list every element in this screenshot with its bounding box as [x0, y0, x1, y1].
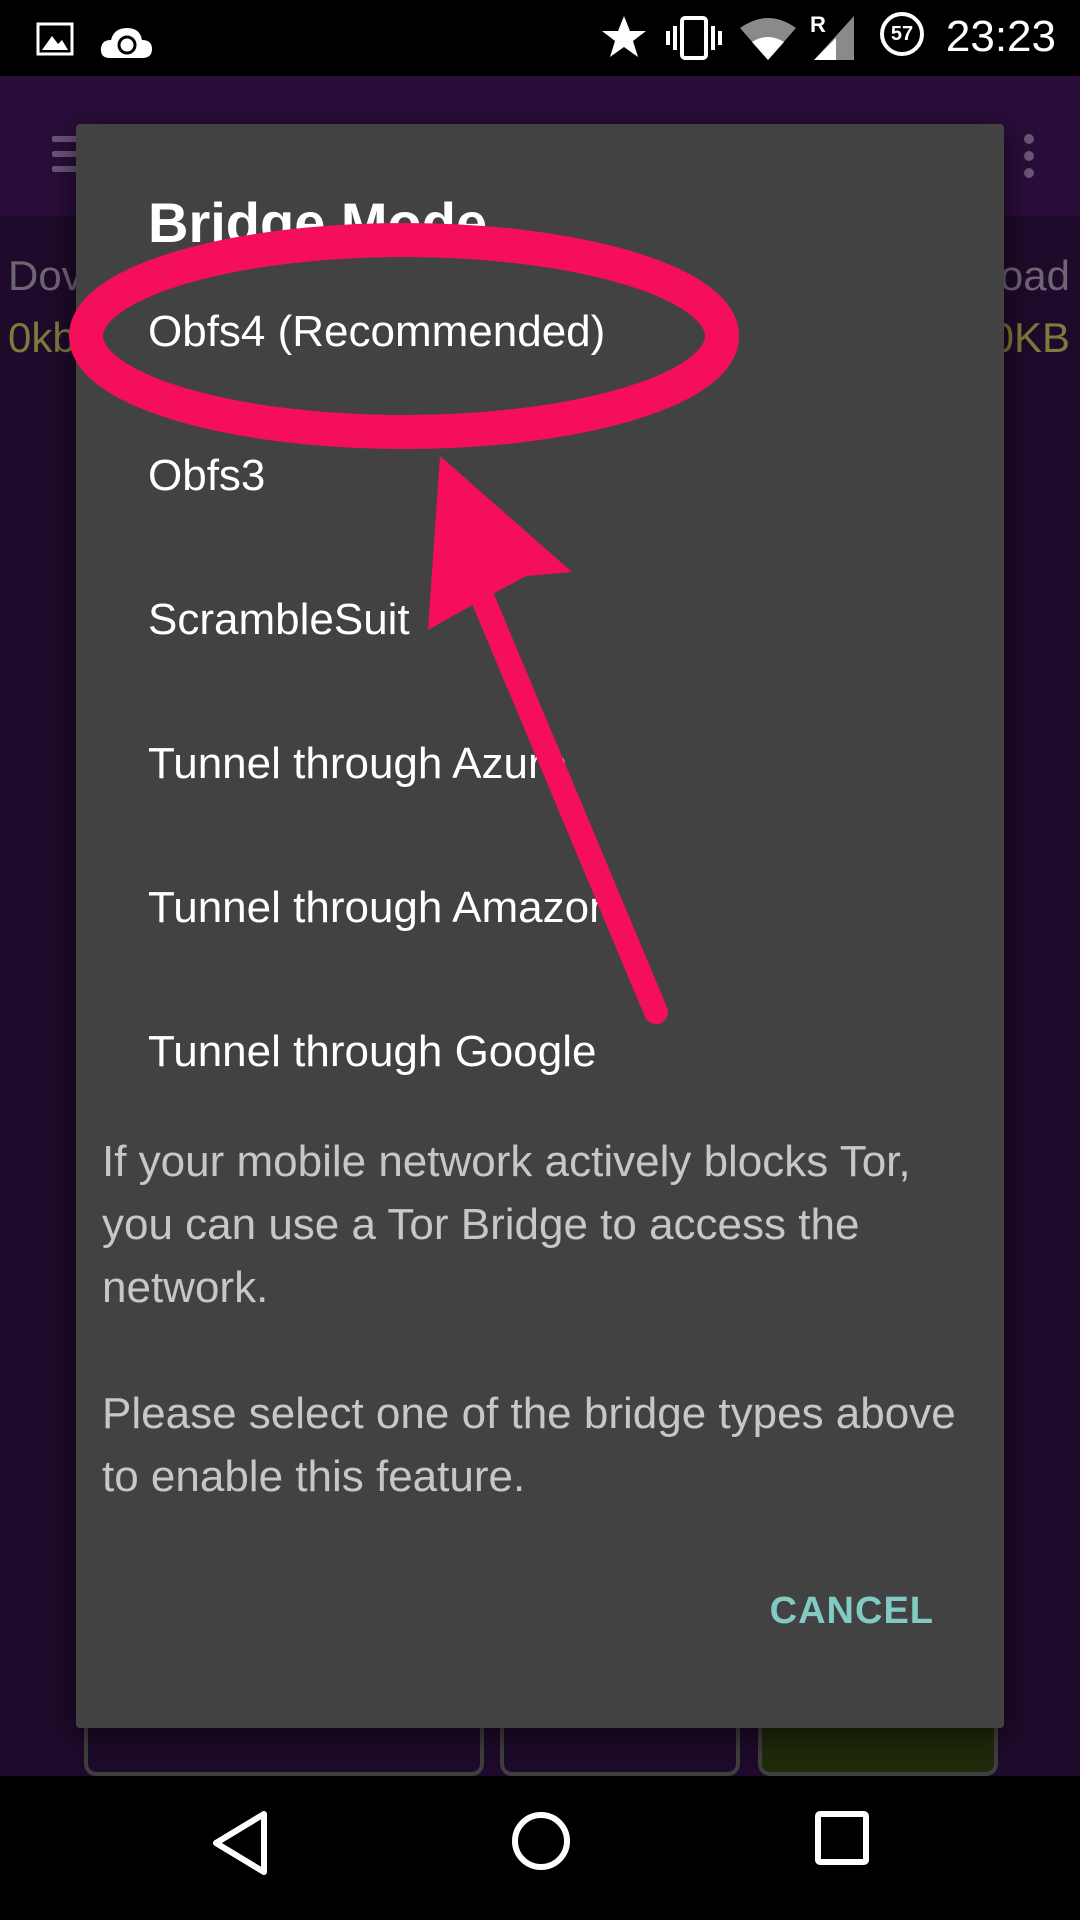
option-amazon[interactable]: Tunnel through Amazon [148, 858, 948, 958]
back-icon[interactable] [210, 1810, 270, 1876]
upload-label: oad [999, 252, 1070, 299]
battery-level: 57 [890, 22, 914, 45]
navigation-bar [0, 1776, 1080, 1920]
recents-icon[interactable] [814, 1810, 870, 1866]
download-label: Dov [8, 252, 83, 299]
option-azure[interactable]: Tunnel through Azure [148, 714, 948, 814]
cloud-sync-icon [100, 28, 152, 58]
option-obfs3[interactable]: Obfs3 [148, 426, 948, 526]
image-icon [36, 22, 74, 56]
cancel-button[interactable]: CANCEL [770, 1590, 934, 1633]
vibrate-icon [666, 16, 722, 60]
overflow-menu-icon[interactable] [1024, 134, 1034, 185]
star-icon [602, 16, 646, 57]
option-obfs4[interactable]: Obfs4 (Recommended) [148, 282, 948, 382]
bridge-mode-dialog: Bridge Mode Obfs4 (Recommended) Obfs3 Sc… [76, 124, 1004, 1728]
option-google[interactable]: Tunnel through Google [148, 1002, 948, 1102]
dialog-title: Bridge Mode [148, 191, 488, 254]
signal-icon [814, 16, 854, 60]
home-icon[interactable] [510, 1810, 572, 1872]
wifi-icon [740, 18, 796, 60]
battery-icon: 57 [880, 12, 924, 56]
download-value: 0kb [8, 314, 76, 361]
clock: 23:23 [945, 12, 1056, 61]
dialog-message-1: If your mobile network actively blocks T… [102, 1137, 911, 1312]
status-bar: R 57 23:23 [0, 0, 1080, 76]
option-scramblesuit[interactable]: ScrambleSuit [148, 570, 948, 670]
dialog-message-2: Please select one of the bridge types ab… [102, 1389, 956, 1501]
